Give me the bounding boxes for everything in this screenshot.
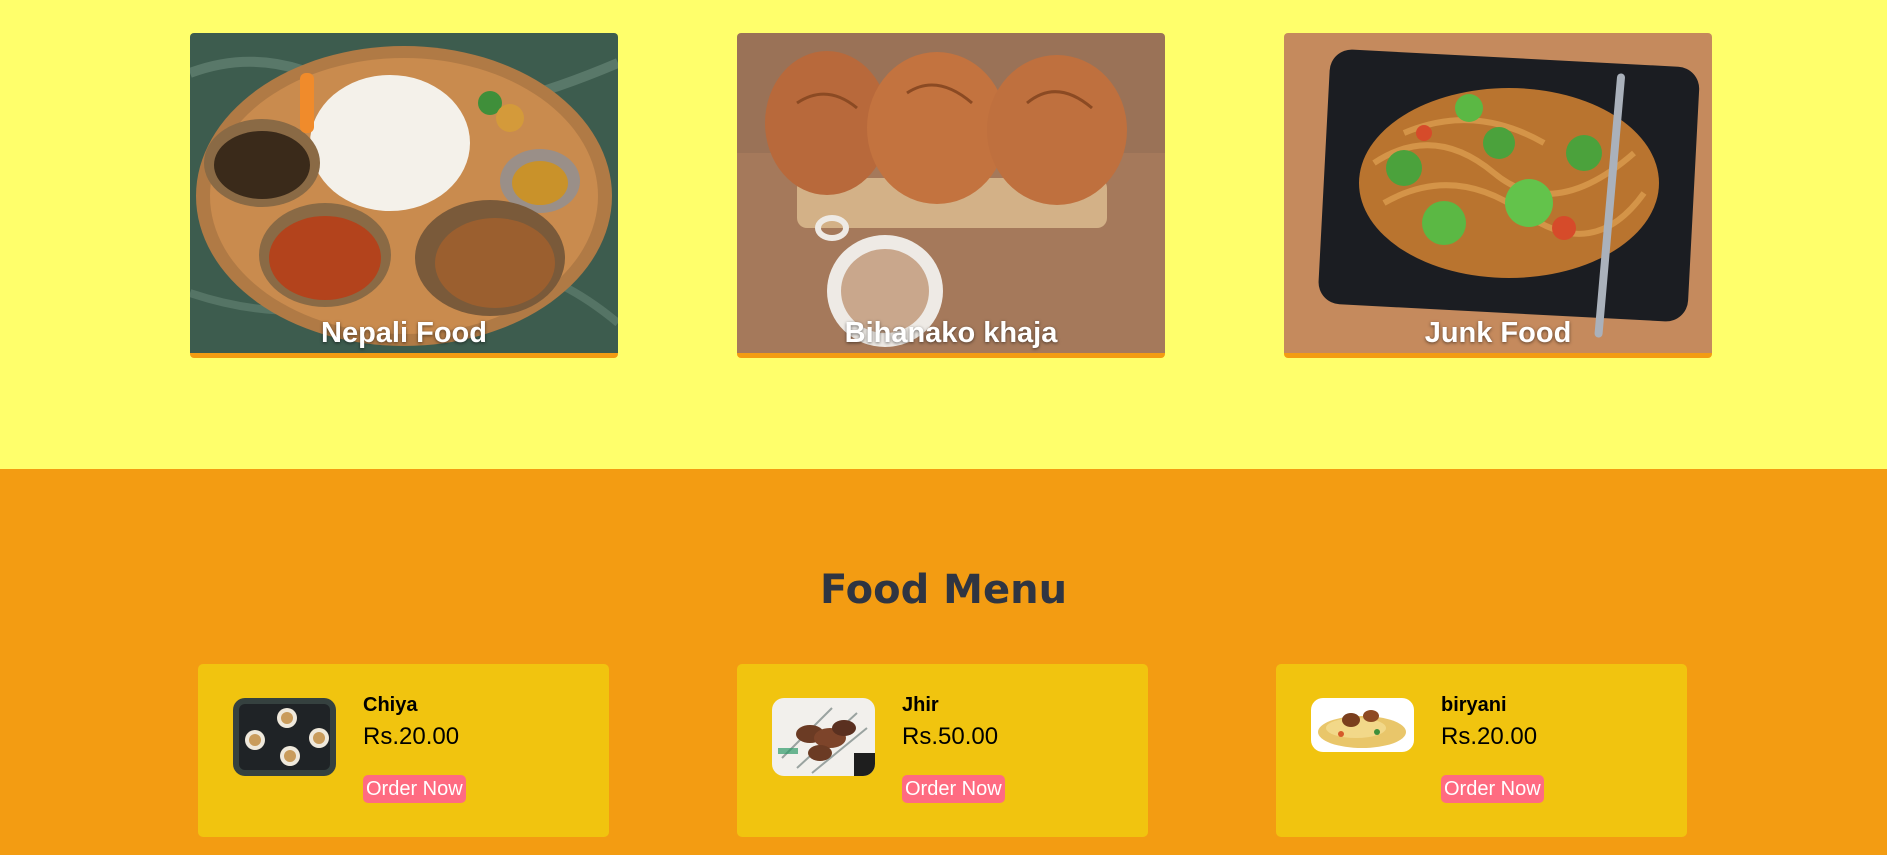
bread-and-tea-photo — [737, 33, 1165, 353]
order-now-button[interactable]: Order Now — [902, 775, 1005, 803]
category-title: Nepali Food — [321, 317, 487, 349]
category-title: Bihanako khaja — [844, 317, 1058, 349]
food-menu-section: Food Menu Chiya Rs.20.00 Order Now Jhir … — [0, 469, 1887, 855]
category-card-nepali-food[interactable]: Nepali Food — [190, 33, 618, 358]
tea-cups-photo — [233, 698, 336, 776]
menu-item-name: Chiya — [363, 694, 418, 716]
food-categories-section: Nepali Food Bihanako khaja Junk Food — [0, 0, 1887, 469]
menu-item-chiya: Chiya Rs.20.00 Order Now — [198, 664, 609, 837]
biryani-photo — [1311, 698, 1414, 752]
menu-item-name: biryani — [1441, 694, 1507, 716]
menu-item-image — [233, 698, 336, 776]
menu-item-image — [772, 698, 875, 776]
nepali-thali-photo — [190, 33, 618, 353]
order-now-button[interactable]: Order Now — [363, 775, 466, 803]
menu-item-price: Rs.50.00 — [902, 723, 999, 750]
category-title: Junk Food — [1424, 317, 1572, 349]
chowmein-photo — [1284, 33, 1712, 353]
menu-item-image — [1311, 698, 1414, 752]
menu-item-price: Rs.20.00 — [363, 723, 460, 750]
category-card-junk-food[interactable]: Junk Food — [1284, 33, 1712, 358]
skewers-photo — [772, 698, 875, 776]
menu-item-jhir: Jhir Rs.50.00 Order Now — [737, 664, 1148, 837]
menu-item-name: Jhir — [902, 694, 939, 716]
order-now-button[interactable]: Order Now — [1441, 775, 1544, 803]
menu-item-price: Rs.20.00 — [1441, 723, 1538, 750]
category-card-bihanako-khaja[interactable]: Bihanako khaja — [737, 33, 1165, 358]
menu-heading: Food Menu — [819, 567, 1068, 613]
menu-item-biryani: biryani Rs.20.00 Order Now — [1276, 664, 1687, 837]
